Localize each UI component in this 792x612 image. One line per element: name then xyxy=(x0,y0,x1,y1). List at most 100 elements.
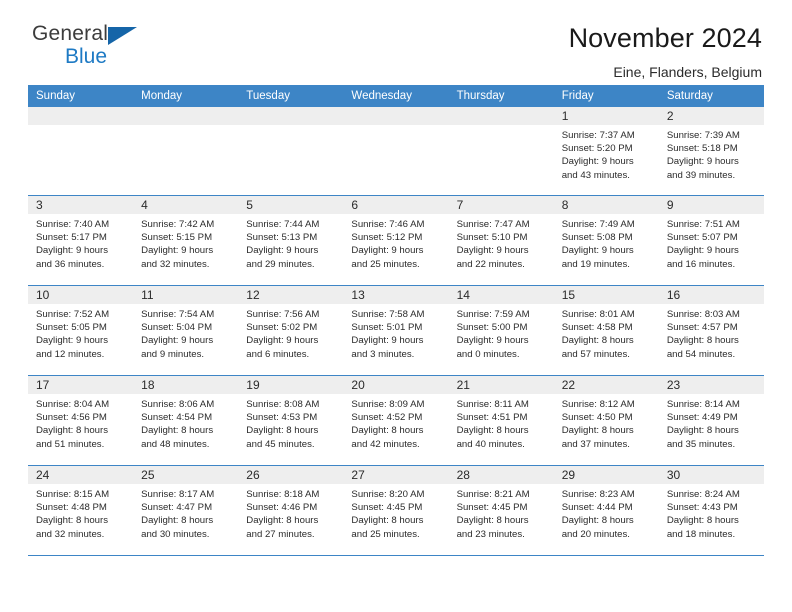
calendar-day-cell[interactable]: 8 Sunrise: 7:49 AM Sunset: 5:08 PM Daylight… xyxy=(553,196,659,285)
calendar-day-cell[interactable]: 28 Sunrise: 8:21 AM Sunset: 4:45 PM Dayligh… xyxy=(448,466,554,555)
daylight-duration-line1: Daylight: 9 hours xyxy=(141,335,214,347)
weekday-header-sunday: Sunday xyxy=(36,90,76,102)
calendar-week-row: 1 Sunrise: 7:37 AM Sunset: 5:20 PM Daylight… xyxy=(28,107,764,196)
day-number: 17 xyxy=(36,378,50,392)
calendar-day-cell[interactable]: 24 Sunrise: 8:15 AM Sunset: 4:48 PM Dayligh… xyxy=(28,466,134,555)
calendar-week-row: 3 Sunrise: 7:40 AM Sunset: 5:17 PM Daylight… xyxy=(28,196,764,286)
calendar-day-cell[interactable]: 6 Sunrise: 7:46 AM Sunset: 5:12 PM Daylight… xyxy=(343,196,449,285)
sunrise-time: Sunrise: 8:20 AM xyxy=(351,489,425,500)
calendar-day-cell[interactable]: 12 Sunrise: 7:56 AM Sunset: 5:02 PM Dayligh… xyxy=(238,286,344,375)
day-number: 2 xyxy=(666,109,674,123)
daylight-duration-line2: and 25 minutes. xyxy=(351,258,420,270)
calendar-day-cell[interactable]: 10 Sunrise: 7:52 AM Sunset: 5:05 PM Dayligh… xyxy=(28,286,134,375)
calendar-day-cell[interactable]: 21 Sunrise: 8:11 AM Sunset: 4:51 PM Dayligh… xyxy=(448,376,554,465)
daylight-duration-line2: and 48 minutes. xyxy=(141,438,210,450)
day-sun-info: Sunrise: 7:44 AM Sunset: 5:13 PM Daylight:… xyxy=(238,214,343,271)
sunset-time: Sunset: 4:45 PM xyxy=(456,502,528,514)
sunrise-time: Sunrise: 8:01 AM xyxy=(561,309,635,320)
calendar-day-cell[interactable]: 2 Sunrise: 7:39 AM Sunset: 5:18 PM Daylight… xyxy=(658,107,764,195)
weekday-header-friday: Friday xyxy=(561,90,594,102)
day-number: 5 xyxy=(246,198,253,212)
calendar-day-cell[interactable]: 16 Sunrise: 8:03 AM Sunset: 4:57 PM Dayligh… xyxy=(658,286,764,375)
sunset-time: Sunset: 4:53 PM xyxy=(246,412,318,424)
calendar-day-cell[interactable]: 1 Sunrise: 7:37 AM Sunset: 5:20 PM Daylight… xyxy=(553,107,659,195)
day-number-band: 13 xyxy=(343,286,449,304)
calendar-day-cell[interactable]: 19 Sunrise: 8:08 AM Sunset: 4:53 PM Dayligh… xyxy=(238,376,344,465)
day-sun-info: Sunrise: 8:12 AM Sunset: 4:50 PM Daylight:… xyxy=(554,394,659,451)
sunset-time: Sunset: 5:12 PM xyxy=(351,232,423,244)
day-number-band: 5 xyxy=(238,196,344,214)
calendar-day-cell[interactable]: 26 Sunrise: 8:18 AM Sunset: 4:46 PM Dayligh… xyxy=(238,466,344,555)
day-sun-info: Sunrise: 7:59 AM Sunset: 5:00 PM Daylight:… xyxy=(449,304,554,361)
day-number: 7 xyxy=(456,198,464,212)
daylight-duration-line2: and 29 minutes. xyxy=(246,258,315,270)
calendar-day-cell[interactable]: 29 Sunrise: 8:23 AM Sunset: 4:44 PM Dayligh… xyxy=(553,466,659,555)
page-subtitle-location: Eine, Flanders, Belgium xyxy=(613,64,762,80)
daylight-duration-line2: and 25 minutes. xyxy=(351,528,420,540)
day-number-band: 7 xyxy=(448,196,554,214)
calendar-day-cell[interactable]: 13 Sunrise: 7:58 AM Sunset: 5:01 PM Dayligh… xyxy=(343,286,449,375)
day-number-band: 8 xyxy=(553,196,659,214)
day-sun-info: Sunrise: 7:42 AM Sunset: 5:15 PM Daylight:… xyxy=(133,214,238,271)
calendar-day-cell[interactable]: 5 Sunrise: 7:44 AM Sunset: 5:13 PM Daylight… xyxy=(238,196,344,285)
calendar-day-cell[interactable]: 14 Sunrise: 7:59 AM Sunset: 5:00 PM Dayligh… xyxy=(448,286,554,375)
calendar-day-cell[interactable]: 25 Sunrise: 8:17 AM Sunset: 4:47 PM Dayligh… xyxy=(133,466,239,555)
daylight-duration-line2: and 40 minutes. xyxy=(456,438,525,450)
daylight-duration-line2: and 27 minutes. xyxy=(246,528,315,540)
sunrise-time: Sunrise: 7:58 AM xyxy=(351,309,425,320)
day-number-band: 22 xyxy=(553,376,659,394)
sunrise-time: Sunrise: 8:14 AM xyxy=(666,399,740,410)
calendar-day-cell[interactable]: 3 Sunrise: 7:40 AM Sunset: 5:17 PM Daylight… xyxy=(28,196,134,285)
calendar-day-cell[interactable]: 22 Sunrise: 8:12 AM Sunset: 4:50 PM Dayligh… xyxy=(553,376,659,465)
daylight-duration-line2: and 18 minutes. xyxy=(666,528,736,540)
calendar-day-cell[interactable]: 23 Sunrise: 8:14 AM Sunset: 4:49 PM Dayligh… xyxy=(658,376,764,465)
weekday-header-saturday: Saturday xyxy=(666,90,713,102)
sunrise-time: Sunrise: 8:23 AM xyxy=(561,489,635,500)
day-number: 18 xyxy=(141,378,155,392)
day-number: 21 xyxy=(456,378,470,392)
calendar-day-cell[interactable]: 7 Sunrise: 7:47 AM Sunset: 5:10 PM Daylight… xyxy=(448,196,554,285)
day-number: 30 xyxy=(666,468,681,482)
daylight-duration-line2: and 54 minutes. xyxy=(666,348,736,360)
sunset-time: Sunset: 5:15 PM xyxy=(141,232,213,244)
day-sun-info: Sunrise: 7:58 AM Sunset: 5:01 PM Daylight:… xyxy=(343,304,448,361)
calendar-day-cell[interactable]: 17 Sunrise: 8:04 AM Sunset: 4:56 PM Dayligh… xyxy=(28,376,134,465)
calendar-day-cell[interactable]: 9 Sunrise: 7:51 AM Sunset: 5:07 PM Daylight… xyxy=(658,196,764,285)
daylight-duration-line2: and 6 minutes. xyxy=(246,348,310,360)
general-blue-logo[interactable]: General Blue xyxy=(28,22,158,68)
sunset-time: Sunset: 4:58 PM xyxy=(561,322,633,334)
calendar-day-cell[interactable]: 15 Sunrise: 8:01 AM Sunset: 4:58 PM Dayligh… xyxy=(553,286,659,375)
daylight-duration-line1: Daylight: 9 hours xyxy=(246,245,319,257)
daylight-duration-line2: and 16 minutes. xyxy=(666,258,736,270)
sunrise-sunset-calendar: Sunday Monday Tuesday Wednesday Thursday Frid… xyxy=(28,85,764,556)
day-number: 4 xyxy=(141,198,148,212)
calendar-day-cell[interactable]: 30 Sunrise: 8:24 AM Sunset: 4:43 PM Dayligh… xyxy=(658,466,764,555)
day-number: 1 xyxy=(561,109,569,123)
sunset-time: Sunset: 5:18 PM xyxy=(666,143,738,155)
calendar-day-cell[interactable]: 27 Sunrise: 8:20 AM Sunset: 4:45 PM Dayligh… xyxy=(343,466,449,555)
daylight-duration-line1: Daylight: 8 hours xyxy=(246,515,319,527)
calendar-day-cell[interactable]: 4 Sunrise: 7:42 AM Sunset: 5:15 PM Daylight… xyxy=(133,196,239,285)
daylight-duration-line2: and 32 minutes. xyxy=(36,528,105,540)
daylight-duration-line1: Daylight: 9 hours xyxy=(141,245,214,257)
sunset-time: Sunset: 4:47 PM xyxy=(141,502,213,514)
day-number: 8 xyxy=(561,198,569,212)
calendar-day-cell[interactable]: 20 Sunrise: 8:09 AM Sunset: 4:52 PM Dayligh… xyxy=(343,376,449,465)
day-number-band: 30 xyxy=(658,466,764,484)
day-sun-info: Sunrise: 7:56 AM Sunset: 5:02 PM Daylight:… xyxy=(238,304,343,361)
calendar-day-cell[interactable]: 11 Sunrise: 7:54 AM Sunset: 5:04 PM Dayligh… xyxy=(133,286,239,375)
daylight-duration-line1: Daylight: 8 hours xyxy=(141,425,214,437)
calendar-day-cell[interactable]: 18 Sunrise: 8:06 AM Sunset: 4:54 PM Dayligh… xyxy=(133,376,239,465)
day-sun-info: Sunrise: 7:39 AM Sunset: 5:18 PM Daylight:… xyxy=(659,125,764,182)
day-sun-info: Sunrise: 7:52 AM Sunset: 5:05 PM Daylight:… xyxy=(28,304,133,361)
day-number: 3 xyxy=(36,198,43,212)
day-number: 15 xyxy=(561,288,576,302)
day-sun-info: Sunrise: 8:18 AM Sunset: 4:46 PM Daylight:… xyxy=(238,484,343,541)
day-sun-info: Sunrise: 8:06 AM Sunset: 4:54 PM Daylight:… xyxy=(133,394,238,451)
sunset-time: Sunset: 5:00 PM xyxy=(456,322,528,334)
sunset-time: Sunset: 4:57 PM xyxy=(666,322,738,334)
daylight-duration-line2: and 45 minutes. xyxy=(246,438,315,450)
daylight-duration-line1: Daylight: 8 hours xyxy=(36,515,108,527)
page-header: General Blue November 2024 Eine, Flander… xyxy=(28,0,764,80)
daylight-duration-line2: and 9 minutes. xyxy=(141,348,205,360)
